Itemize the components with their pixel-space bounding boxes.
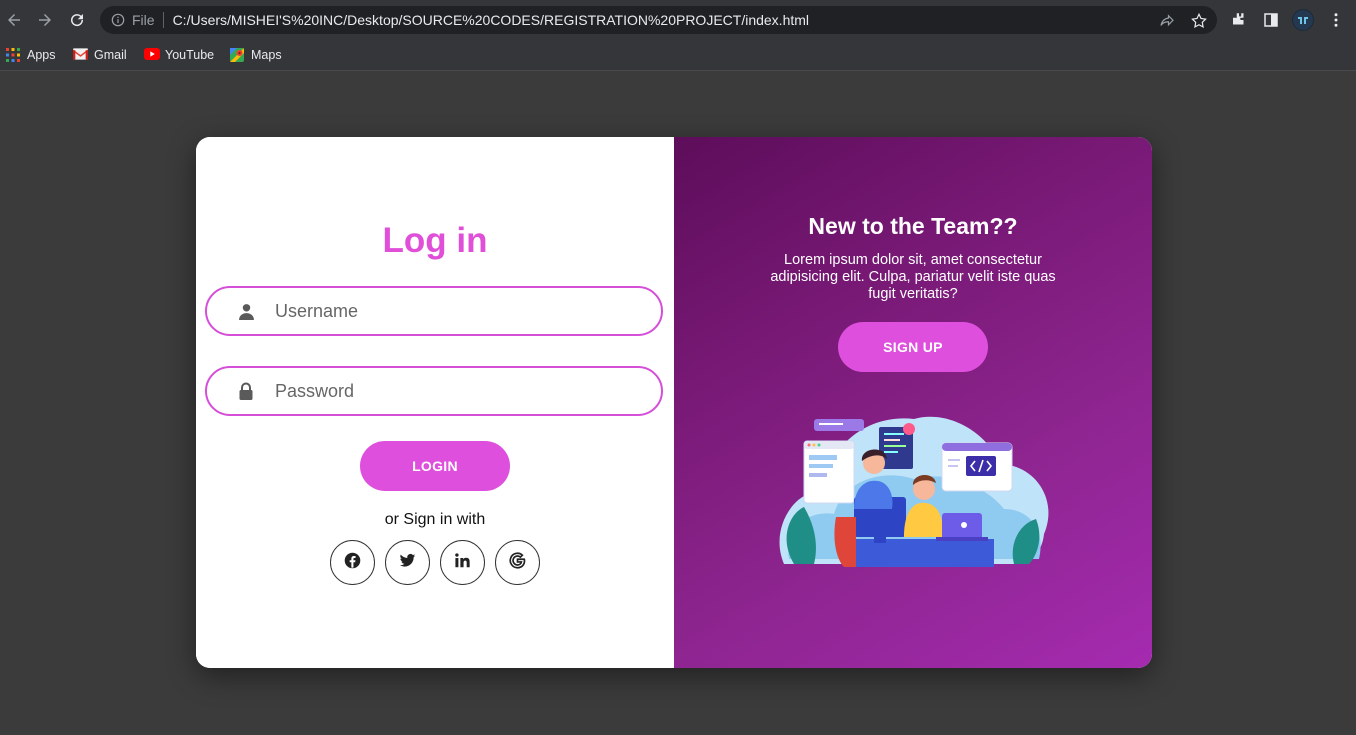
bookmark-gmail[interactable]: Gmail (73, 45, 127, 65)
twitter-icon (399, 552, 416, 574)
lock-icon (237, 382, 255, 400)
google-button[interactable] (495, 540, 540, 585)
extensions-puzzle-icon[interactable] (1229, 10, 1249, 30)
share-icon[interactable] (1158, 12, 1176, 30)
password-input[interactable] (275, 380, 635, 402)
signup-button[interactable]: SIGN UP (838, 322, 988, 372)
info-icon[interactable] (110, 12, 126, 28)
username-input[interactable] (275, 300, 635, 322)
youtube-icon (144, 48, 160, 62)
browser-window-left (803, 440, 855, 504)
scheme-label: File (132, 12, 155, 28)
back-arrow-icon[interactable] (2, 8, 26, 32)
team-coding-illustration (779, 416, 1049, 567)
omnibox-divider (162, 12, 164, 28)
bookmark-label: Gmail (94, 48, 127, 62)
more-menu-icon[interactable] (1326, 10, 1346, 30)
address-bar[interactable]: File C:/Users/MISHEI'S%20INC/Desktop/SOU… (100, 6, 1217, 34)
bookmark-label: Maps (251, 48, 282, 62)
bookmark-label: YouTube (165, 48, 215, 62)
bookmark-star-icon[interactable] (1190, 12, 1208, 30)
username-field[interactable] (205, 286, 663, 336)
bookmark-apps[interactable]: Apps (6, 45, 56, 65)
social-login-row (330, 540, 540, 585)
apps-grid-icon (6, 48, 20, 62)
desk (844, 539, 994, 567)
bookmarks-bar: Apps Gmail YouTube Maps (0, 40, 1356, 71)
or-sign-in-text: or Sign in with (384, 511, 486, 528)
password-field[interactable] (205, 366, 663, 416)
auth-card: Log in LOGIN or Sign in with (196, 137, 1152, 668)
twitter-button[interactable] (385, 540, 430, 585)
linkedin-button[interactable] (440, 540, 485, 585)
signup-description: Lorem ipsum dolor sit, amet consectetur … (770, 252, 1056, 302)
forward-arrow-icon[interactable] (33, 8, 57, 32)
bookmark-youtube[interactable]: YouTube (144, 45, 214, 65)
facebook-button[interactable] (330, 540, 375, 585)
facebook-icon (344, 552, 361, 574)
login-button[interactable]: LOGIN (360, 441, 510, 491)
bookmark-maps[interactable]: Maps (230, 45, 282, 65)
profile-avatar[interactable] (1292, 9, 1314, 31)
linkedin-icon (454, 552, 471, 574)
signup-title: New to the Team?? (808, 213, 1018, 239)
browser-toolbar: File C:/Users/MISHEI'S%20INC/Desktop/SOU… (0, 0, 1356, 40)
login-panel: Log in LOGIN or Sign in with (196, 137, 674, 668)
user-icon (237, 302, 255, 320)
gmail-icon (73, 48, 88, 62)
url-text[interactable]: C:/Users/MISHEI'S%20INC/Desktop/SOURCE%2… (173, 12, 809, 28)
login-title: Log in (382, 221, 488, 260)
side-panel-icon[interactable] (1261, 10, 1281, 30)
reload-icon[interactable] (65, 8, 89, 32)
maps-icon (230, 48, 244, 62)
google-icon (509, 552, 526, 574)
bookmark-label: Apps (27, 48, 56, 62)
signup-panel: New to the Team?? Lorem ipsum dolor sit,… (674, 137, 1152, 668)
